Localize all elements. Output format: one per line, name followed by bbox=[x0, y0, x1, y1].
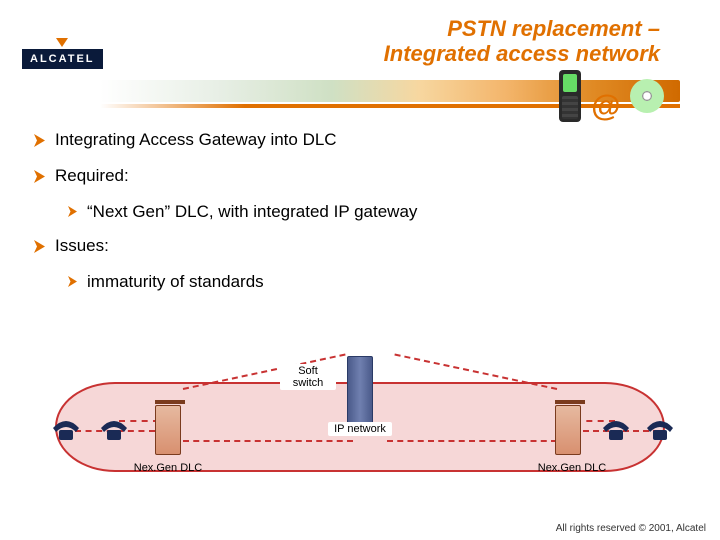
header: ALCATEL PSTN replacement – Integrated ac… bbox=[0, 10, 720, 110]
telephone-icon bbox=[51, 418, 81, 442]
brand-name: ALCATEL bbox=[22, 49, 103, 69]
dlc-right-icon bbox=[555, 400, 585, 455]
bullet-icon bbox=[34, 134, 45, 147]
content: Integrating Access Gateway into DLC Requ… bbox=[34, 130, 690, 296]
bullet-2: Required: bbox=[34, 166, 690, 186]
soft-switch-label: Soft switch bbox=[280, 364, 336, 390]
bullet-icon bbox=[68, 276, 77, 287]
network-diagram: Soft switch IP network Nex.Gen DLC Nex.G… bbox=[55, 360, 665, 500]
bullet-icon bbox=[34, 240, 45, 253]
telephone-icon bbox=[645, 418, 675, 442]
bullet-2-text: Required: bbox=[55, 166, 129, 186]
telephone-icon bbox=[601, 418, 631, 442]
bullet-3: Issues: bbox=[34, 236, 690, 256]
telephone-icon bbox=[99, 418, 129, 442]
mobile-phone-icon bbox=[559, 70, 581, 122]
header-graphics: @ bbox=[559, 70, 664, 122]
at-sign-icon: @ bbox=[591, 92, 620, 122]
bullet-icon bbox=[34, 170, 45, 183]
link-right-bot bbox=[387, 440, 557, 442]
bullet-3-1: immaturity of standards bbox=[68, 272, 690, 292]
dlc-right-label: Nex.Gen DLC bbox=[537, 462, 607, 474]
title-line-2: Integrated access network bbox=[384, 41, 660, 66]
slide: ALCATEL PSTN replacement – Integrated ac… bbox=[0, 0, 720, 540]
bullet-1: Integrating Access Gateway into DLC bbox=[34, 130, 690, 150]
bullet-2-1-text: “Next Gen” DLC, with integrated IP gatew… bbox=[87, 202, 417, 222]
bullet-3-1-text: immaturity of standards bbox=[87, 272, 264, 292]
brand-logo: ALCATEL bbox=[22, 38, 103, 69]
bullet-icon bbox=[68, 206, 77, 217]
dlc-left-label: Nex.Gen DLC bbox=[133, 462, 203, 474]
triangle-icon bbox=[56, 38, 68, 47]
copyright-footer: All rights reserved © 2001, Alcatel bbox=[556, 523, 706, 534]
disc-icon bbox=[630, 79, 664, 113]
dlc-left-icon bbox=[155, 400, 185, 455]
bullet-1-text: Integrating Access Gateway into DLC bbox=[55, 130, 337, 150]
link-left-bot bbox=[183, 440, 353, 442]
ip-network-label: IP network bbox=[328, 422, 392, 436]
slide-title: PSTN replacement – Integrated access net… bbox=[384, 16, 660, 67]
title-line-1: PSTN replacement – bbox=[384, 16, 660, 41]
bullet-2-1: “Next Gen” DLC, with integrated IP gatew… bbox=[68, 202, 690, 222]
bullet-3-text: Issues: bbox=[55, 236, 109, 256]
